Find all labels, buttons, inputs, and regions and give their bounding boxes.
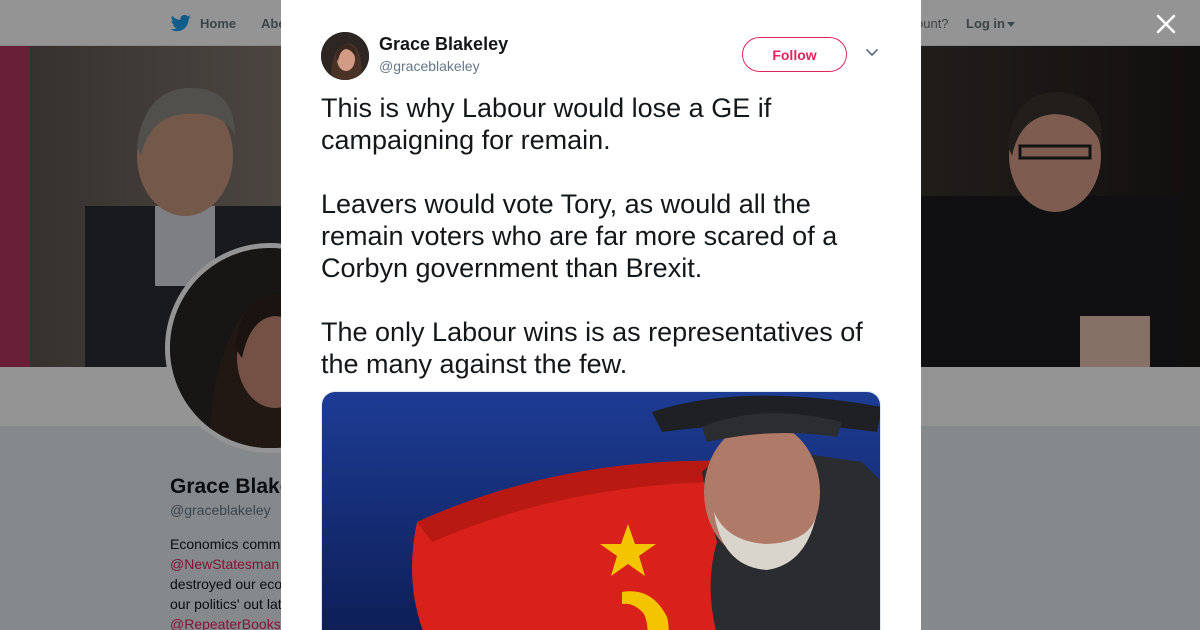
tweet-paragraph: Leavers would vote Tory, as would all th…	[321, 189, 838, 283]
tweet-media-image[interactable]	[321, 391, 881, 630]
tweet-author-avatar-image	[321, 32, 369, 80]
tweet-author-avatar[interactable]	[321, 32, 369, 80]
tweet-author-name[interactable]: Grace Blakeley	[379, 34, 508, 55]
tweet-paragraph: The only Labour wins is as representativ…	[321, 317, 863, 379]
tweet-modal: Grace Blakeley @graceblakeley Follow Thi…	[281, 0, 921, 630]
chevron-down-icon[interactable]	[865, 48, 879, 58]
follow-button[interactable]: Follow	[742, 37, 847, 72]
tweet-author-handle[interactable]: @graceblakeley	[379, 58, 480, 74]
tweet-media-illustration	[322, 392, 880, 630]
tweet-paragraph: This is why Labour would lose a GE if ca…	[321, 93, 772, 155]
tweet-text: This is why Labour would lose a GE if ca…	[321, 92, 891, 412]
close-icon[interactable]	[1152, 10, 1180, 38]
